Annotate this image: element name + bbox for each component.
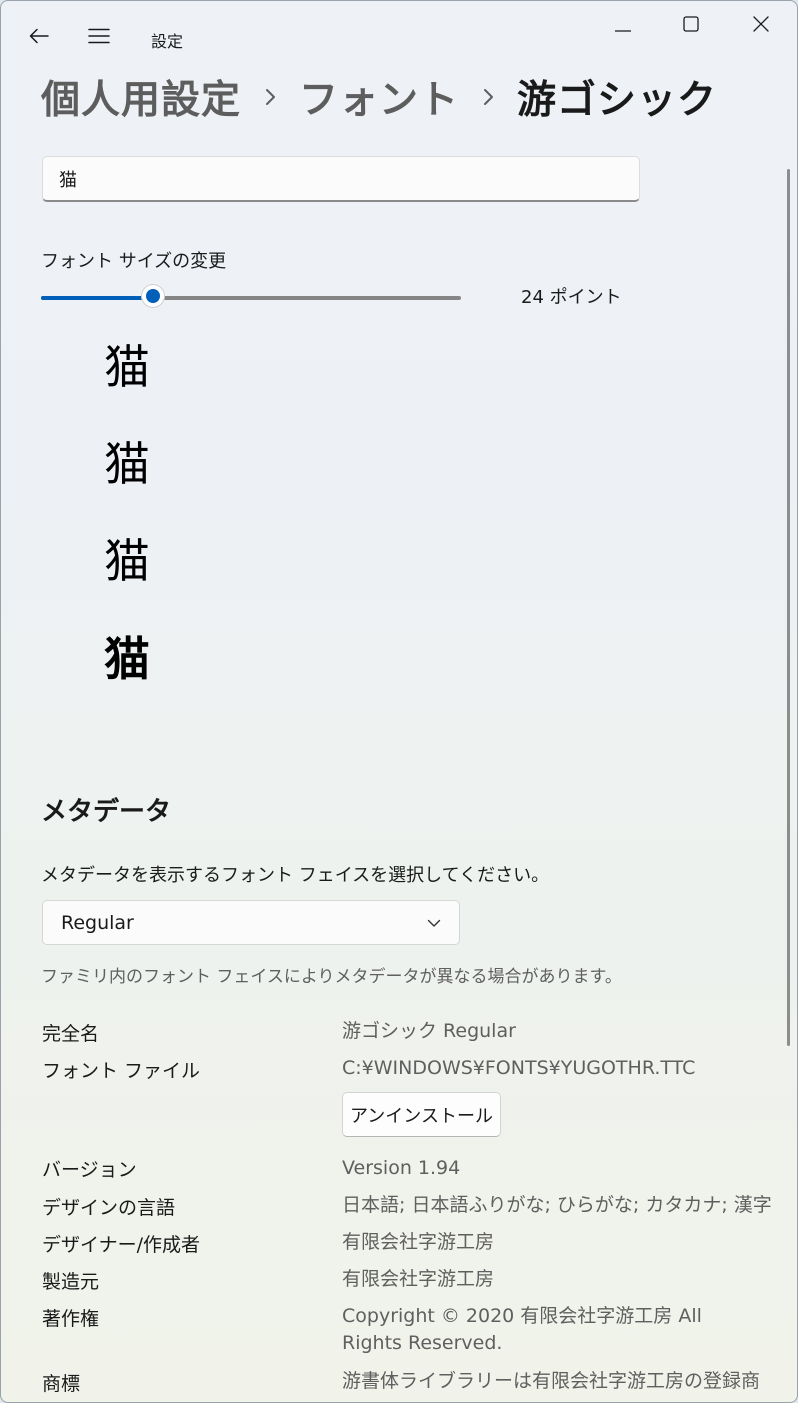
- close-button[interactable]: [739, 9, 783, 43]
- metadata-note: ファミリ内のフォント フェイスによりメタデータが異なる場合があります。: [41, 967, 622, 987]
- value-font-file: C:¥WINDOWS¥FONTS¥YUGOTHR.TTC: [342, 1057, 696, 1079]
- slider-thumb[interactable]: [141, 284, 165, 308]
- arrow-left-icon: [29, 28, 49, 48]
- breadcrumb-current-font: 游ゴシック: [517, 78, 718, 123]
- preview-text-input[interactable]: [42, 156, 640, 202]
- value-version: Version 1.94: [342, 1157, 461, 1179]
- back-button[interactable]: [21, 21, 57, 55]
- value-trademark: 游書体ライブラリーは有限会社字游工房の登録商: [342, 1370, 761, 1392]
- value-copyright: Copyright © 2020 有限会社字游工房 All Rights Res…: [342, 1305, 702, 1354]
- minimize-button[interactable]: [601, 9, 645, 43]
- font-sample-bold: 猫: [104, 632, 150, 686]
- font-size-slider[interactable]: [41, 281, 463, 315]
- chevron-right-icon: [265, 88, 277, 106]
- slider-fill: [41, 296, 153, 300]
- label-full-name: 完全名: [42, 1023, 100, 1045]
- value-manufacturer: 有限会社字游工房: [342, 1268, 495, 1290]
- maximize-button[interactable]: [669, 9, 713, 43]
- value-designer: 有限会社字游工房: [342, 1231, 495, 1253]
- label-font-file: フォント ファイル: [42, 1060, 201, 1082]
- hamburger-icon: [88, 28, 110, 48]
- breadcrumb: 個人用設定 フォント 游ゴシック: [41, 67, 717, 127]
- font-sample-regular: 猫: [104, 534, 150, 588]
- label-design-languages: デザインの言語: [42, 1197, 176, 1219]
- chevron-down-icon: [427, 913, 441, 932]
- scrollbar[interactable]: [787, 169, 790, 1046]
- font-face-selected: Regular: [61, 911, 134, 934]
- label-designer: デザイナー/作成者: [42, 1234, 201, 1256]
- font-sample-semilight: 猫: [104, 437, 150, 491]
- breadcrumb-fonts[interactable]: フォント: [299, 69, 459, 125]
- close-icon: [753, 16, 769, 36]
- value-design-languages: 日本語; 日本語ふりがな; ひらがな; カタカナ; 漢字: [342, 1194, 772, 1216]
- label-trademark: 商標: [42, 1373, 81, 1395]
- title-bar: 設定: [1, 1, 797, 71]
- minimize-icon: [615, 17, 631, 36]
- font-face-dropdown[interactable]: Regular: [42, 900, 460, 945]
- font-sample-light: 猫: [104, 340, 150, 394]
- font-size-label: フォント サイズの変更: [41, 251, 227, 272]
- chevron-right-icon: [483, 88, 495, 106]
- label-manufacturer: 製造元: [42, 1271, 100, 1293]
- font-size-value: 24 ポイント: [521, 287, 622, 308]
- label-version: バージョン: [42, 1159, 137, 1181]
- maximize-icon: [683, 16, 699, 36]
- uninstall-button[interactable]: アンインストール: [342, 1092, 501, 1137]
- app-title: 設定: [151, 32, 184, 51]
- value-full-name: 游ゴシック Regular: [342, 1020, 516, 1042]
- navigation-menu-button[interactable]: [81, 21, 117, 55]
- metadata-heading: メタデータ: [41, 797, 172, 827]
- label-copyright: 著作権: [42, 1308, 100, 1330]
- metadata-description: メタデータを表示するフォント フェイスを選択してください。: [41, 865, 550, 886]
- breadcrumb-personalization[interactable]: 個人用設定: [41, 69, 241, 125]
- settings-window: 設定 個人用設定 フォント 游ゴシック フォント サイズの変更: [0, 0, 798, 1403]
